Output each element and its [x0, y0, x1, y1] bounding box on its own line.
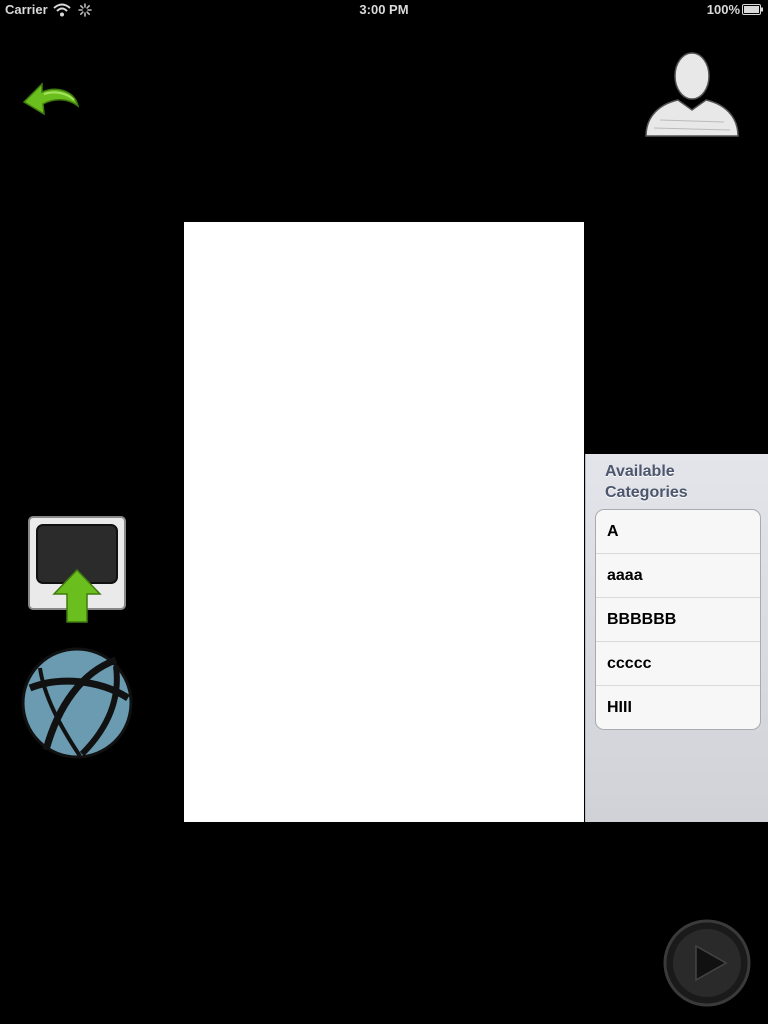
upload-to-screen-icon: [28, 516, 126, 623]
globe-icon: [21, 647, 133, 759]
categories-panel: Available Categories A aaaa BBBBBB ccccc…: [585, 454, 768, 822]
app-screen: Carrier 3:00 PM 100% Available Categorie…: [0, 0, 768, 1024]
drawing-canvas[interactable]: [184, 222, 584, 822]
user-silhouette-icon: [645, 52, 739, 137]
status-bar: Carrier 3:00 PM 100%: [0, 0, 768, 20]
globe-button[interactable]: [20, 646, 134, 760]
categories-list: A aaaa BBBBBB ccccc HIII: [595, 509, 761, 730]
battery-icon: [742, 4, 763, 15]
upload-button[interactable]: [26, 514, 128, 626]
profile-button[interactable]: [640, 50, 744, 142]
category-item[interactable]: A: [596, 510, 760, 554]
category-item[interactable]: HIII: [596, 686, 760, 729]
category-item[interactable]: ccccc: [596, 642, 760, 686]
category-item[interactable]: aaaa: [596, 554, 760, 598]
category-item[interactable]: BBBBBB: [596, 598, 760, 642]
undo-button[interactable]: [20, 80, 84, 120]
play-button[interactable]: [662, 918, 752, 1008]
categories-header: Available Categories: [605, 463, 688, 501]
clock-label: 3:00 PM: [359, 2, 409, 17]
battery-percent-label: 100%: [706, 2, 740, 17]
play-icon: [663, 919, 751, 1007]
green-undo-arrow-icon: [22, 82, 80, 116]
